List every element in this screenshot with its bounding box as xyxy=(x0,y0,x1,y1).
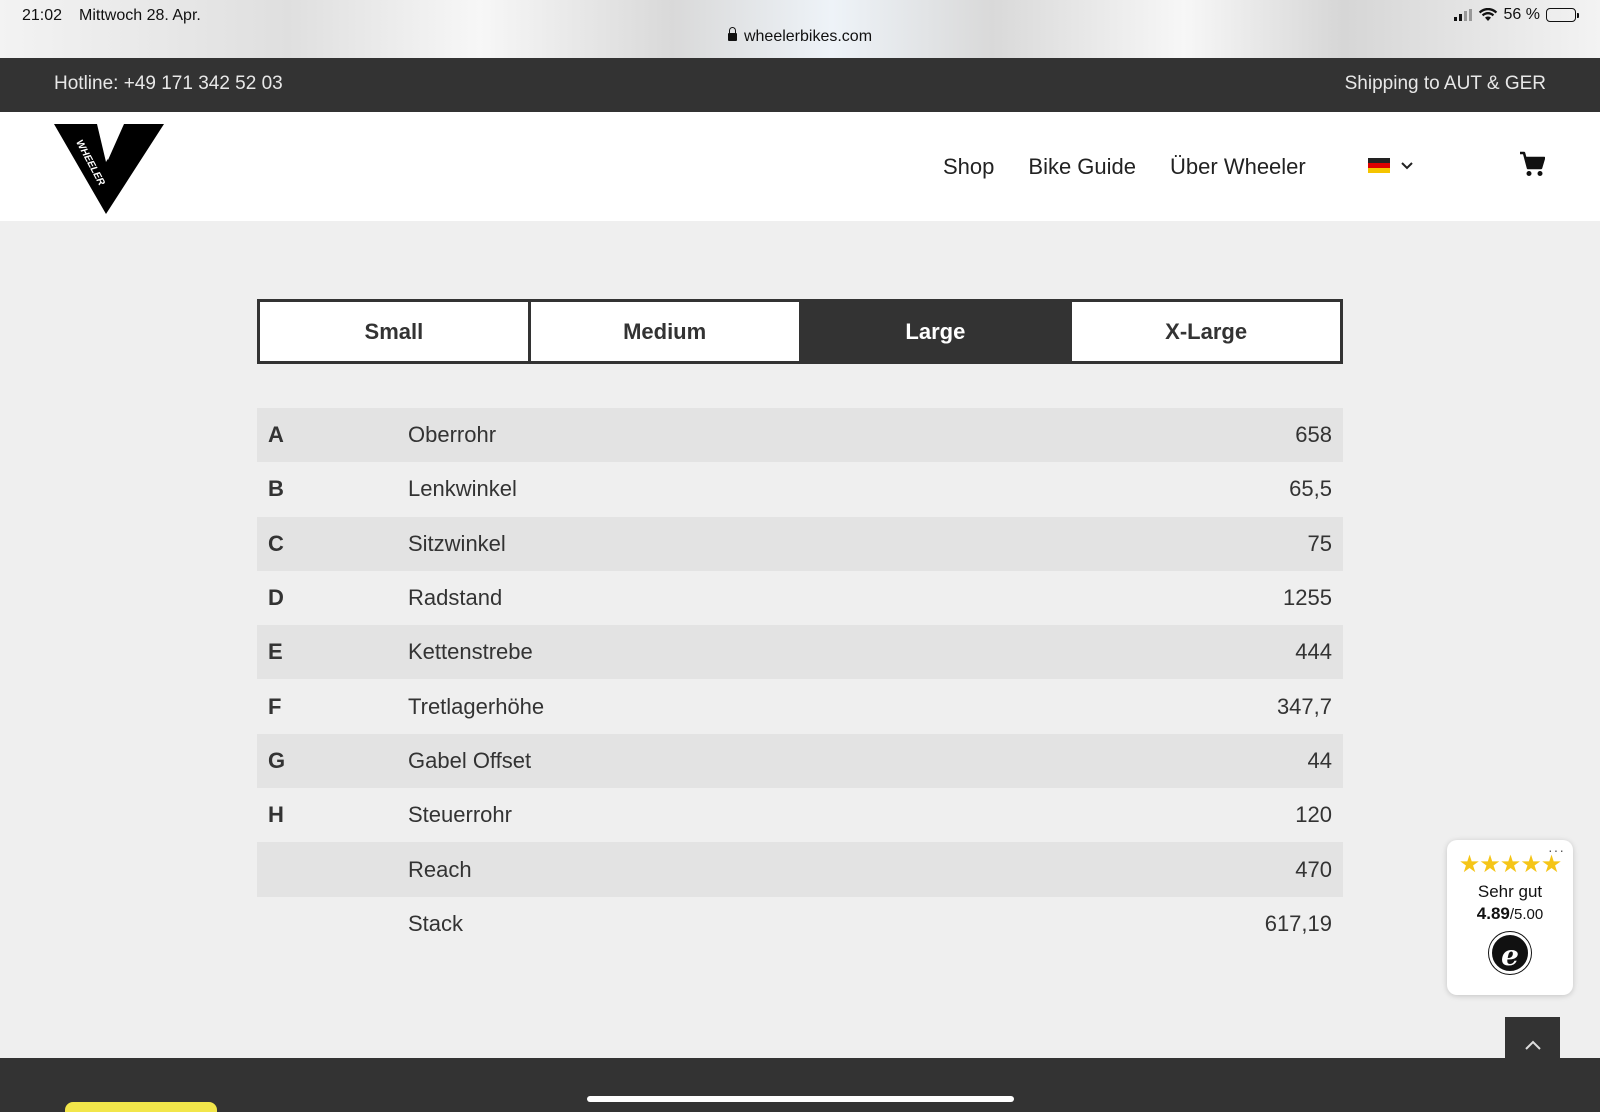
row-value: 65,5 xyxy=(1289,476,1332,502)
rating-label: Sehr gut xyxy=(1477,882,1543,901)
table-row: Reach 470 xyxy=(257,842,1343,897)
rating-score: 4.89/5.00 xyxy=(1447,904,1573,924)
tab-large[interactable]: Large xyxy=(801,302,1073,361)
wheeler-logo[interactable]: WHEELER xyxy=(54,122,164,214)
row-name: Sitzwinkel xyxy=(408,530,506,556)
row-value: 75 xyxy=(1307,530,1332,556)
row-name: Radstand xyxy=(408,585,503,611)
row-letter: E xyxy=(268,639,283,665)
row-value: 347,7 xyxy=(1276,693,1332,719)
trusted-shops-badge[interactable]: ··· ★★★★★ Sehr gut 4.89/5.00 e xyxy=(1447,840,1573,995)
status-date: Mittwoch 28. Apr. xyxy=(79,7,201,24)
top-info-bar: Hotline: +49 171 342 52 03 Shipping to A… xyxy=(0,58,1600,112)
address-bar[interactable]: wheelerbikes.com xyxy=(0,27,1600,46)
score-value: 4.89 xyxy=(1476,904,1510,923)
row-name: Oberrohr xyxy=(408,422,497,448)
wifi-icon xyxy=(1478,8,1497,21)
row-letter: D xyxy=(268,585,284,611)
row-name: Steuerrohr xyxy=(408,802,512,828)
row-value: 617,19 xyxy=(1264,910,1332,936)
row-letter: H xyxy=(268,802,284,828)
battery-percent: 56 % xyxy=(1503,6,1540,23)
nav-shop[interactable]: Shop xyxy=(943,154,994,180)
row-name: Kettenstrebe xyxy=(408,639,533,665)
chevron-up-icon xyxy=(1524,1040,1541,1050)
nav-about[interactable]: Über Wheeler xyxy=(1170,154,1306,180)
chevron-down-icon xyxy=(1401,161,1413,169)
main-navigation: WHEELER Shop Bike Guide Über Wheeler xyxy=(0,112,1600,221)
table-row: H Steuerrohr 120 xyxy=(257,788,1343,842)
row-name: Lenkwinkel xyxy=(408,476,517,502)
score-max: /5.00 xyxy=(1509,906,1544,923)
table-row: D Radstand 1255 xyxy=(257,571,1343,625)
row-value: 44 xyxy=(1307,747,1332,773)
hotline[interactable]: Hotline: +49 171 342 52 03 xyxy=(54,73,283,95)
row-letter: B xyxy=(268,476,284,502)
nav-bike-guide[interactable]: Bike Guide xyxy=(1028,154,1136,180)
table-row: E Kettenstrebe 444 xyxy=(257,625,1343,680)
row-letter: C xyxy=(268,530,284,556)
footer xyxy=(0,1058,1600,1112)
table-row: F Tretlagerhöhe 347,7 xyxy=(257,679,1343,733)
row-letter: G xyxy=(268,747,286,773)
more-options-icon[interactable]: ··· xyxy=(1548,842,1565,858)
row-name: Stack xyxy=(408,910,464,936)
row-value: 444 xyxy=(1295,639,1332,665)
row-value: 1255 xyxy=(1283,585,1332,611)
row-letter: A xyxy=(268,422,284,448)
trusted-shops-logo-icon: e xyxy=(1489,932,1531,974)
row-value: 470 xyxy=(1295,856,1332,882)
table-row: B Lenkwinkel 65,5 xyxy=(257,462,1343,516)
row-name: Tretlagerhöhe xyxy=(408,693,545,719)
table-row: G Gabel Offset 44 xyxy=(257,733,1343,789)
geometry-table: A Oberrohr 658 B Lenkwinkel 65,5 C Sitzw… xyxy=(257,408,1343,951)
status-indicators: 56 % xyxy=(1453,6,1579,24)
status-time: 21:02 xyxy=(22,7,63,24)
row-value: 120 xyxy=(1295,802,1332,828)
tab-x-large[interactable]: X-Large xyxy=(1072,302,1340,361)
tab-small[interactable]: Small xyxy=(260,302,531,361)
row-value: 658 xyxy=(1295,422,1332,448)
table-row: A Oberrohr 658 xyxy=(257,408,1343,463)
table-row: Stack 617,19 xyxy=(257,897,1343,951)
row-letter: F xyxy=(268,693,282,719)
size-tabs: Small Medium Large X-Large xyxy=(257,299,1343,364)
url-text: wheelerbikes.com xyxy=(743,28,873,45)
lock-icon xyxy=(727,27,737,41)
cart-icon[interactable] xyxy=(1519,150,1545,178)
tab-medium[interactable]: Medium xyxy=(530,302,802,361)
cellular-signal-icon xyxy=(1453,9,1472,21)
shipping-info: Shipping to AUT & GER xyxy=(1344,73,1546,94)
flag-de-icon xyxy=(1368,158,1390,173)
language-selector[interactable] xyxy=(1368,158,1414,173)
table-row: C Sitzwinkel 75 xyxy=(257,516,1343,571)
row-name: Gabel Offset xyxy=(408,747,532,773)
row-name: Reach xyxy=(408,856,472,882)
battery-icon xyxy=(1546,8,1579,22)
status-bar: 21:02 Mittwoch 28. Apr. wheelerbikes.com… xyxy=(0,0,1600,58)
home-indicator[interactable] xyxy=(587,1096,1014,1102)
footer-yellow-button[interactable] xyxy=(65,1102,217,1112)
